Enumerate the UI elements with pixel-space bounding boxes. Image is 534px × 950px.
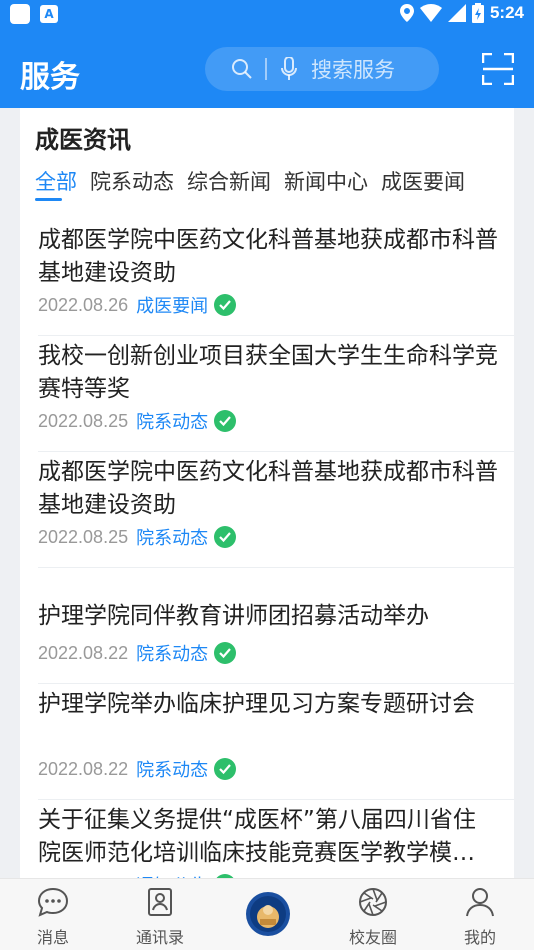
contacts-icon — [148, 888, 172, 916]
news-list: 成都医学院中医药文化科普基地获成都市科普基地建设资助 2022.08.26 成医… — [38, 220, 514, 890]
wifi-icon — [419, 4, 442, 22]
news-date: 2022.08.25 — [38, 410, 129, 431]
verified-icon — [214, 526, 237, 548]
news-title: 护理学院同伴教育讲师团招募活动举办 — [38, 603, 429, 629]
news-tabs: 全部 院系动态 综合新闻 新闻中心 成医要闻 — [35, 166, 514, 206]
news-category[interactable]: 院系动态 — [136, 408, 208, 434]
verified-icon — [214, 294, 237, 316]
nav-label: 消息 — [36, 928, 69, 947]
nav-profile[interactable]: 我的 — [440, 887, 520, 948]
user-icon — [466, 888, 494, 917]
clock: 5:24 — [489, 3, 524, 22]
news-item[interactable]: 护理学院举办临床护理见习方案专题研讨会 2022.08.22 院系动态 — [38, 684, 514, 800]
verified-icon — [214, 758, 237, 780]
chat-icon — [37, 887, 69, 917]
aperture-icon — [359, 888, 387, 916]
app-notification-icon — [10, 4, 30, 24]
news-item[interactable]: 成都医学院中医药文化科普基地获成都市科普基地建设资助 2022.08.26 成医… — [38, 220, 514, 336]
nav-label: 校友圈 — [348, 928, 397, 947]
search-divider — [265, 58, 267, 80]
tab-news-center[interactable]: 新闻中心 — [284, 166, 368, 196]
news-item[interactable]: 关于征集义务提供“成医杯”第八届四川省住院医师范化培训临床技能竞赛医学教学模… … — [38, 800, 514, 890]
news-title: 护理学院举办临床护理见习方案专题研讨会 — [38, 691, 475, 717]
bottom-nav: 消息 通讯录 校友圈 我的 — [0, 878, 534, 950]
tab-all[interactable]: 全部 — [35, 166, 77, 196]
news-date: 2022.08.22 — [38, 758, 129, 779]
microphone-icon[interactable] — [281, 57, 297, 81]
active-tab-indicator — [35, 198, 62, 201]
nav-contacts[interactable]: 通讯录 — [120, 887, 200, 948]
section-title: 成医资讯 — [35, 126, 131, 154]
tab-headlines[interactable]: 成医要闻 — [381, 166, 465, 196]
news-title: 关于征集义务提供“成医杯”第八届四川省住院医师范化培训临床技能竞赛医学教学模… — [38, 807, 476, 866]
school-logo-icon — [250, 896, 286, 932]
page-title: 服务 — [20, 60, 80, 95]
nav-alumni[interactable]: 校友圈 — [333, 887, 413, 948]
news-category[interactable]: 院系动态 — [136, 524, 208, 550]
news-item[interactable]: 成都医学院中医药文化科普基地获成都市科普基地建设资助 2022.08.25 院系… — [38, 452, 514, 568]
news-date: 2022.08.25 — [38, 526, 129, 547]
tab-general-news[interactable]: 综合新闻 — [187, 166, 271, 196]
status-bar: A 5:24 — [0, 0, 534, 28]
battery-icon — [471, 3, 484, 23]
news-date: 2022.08.26 — [38, 294, 129, 315]
app-header: 服务 搜索服务 — [0, 28, 534, 108]
news-title: 成都医学院中医药文化科普基地获成都市科普基地建设资助 — [38, 459, 498, 518]
news-category[interactable]: 院系动态 — [136, 640, 208, 666]
location-icon — [399, 4, 414, 22]
nav-label: 我的 — [463, 928, 496, 947]
verified-icon — [214, 410, 237, 432]
verified-icon — [214, 642, 237, 664]
news-title: 成都医学院中医药文化科普基地获成都市科普基地建设资助 — [38, 227, 498, 286]
search-icon — [232, 59, 252, 79]
search-placeholder: 搜索服务 — [311, 58, 395, 82]
news-category[interactable]: 院系动态 — [136, 756, 208, 782]
app-a-icon: A — [40, 5, 58, 23]
nav-home-logo[interactable] — [246, 892, 290, 936]
news-item[interactable]: 我校一创新创业项目获全国大学生生命科学竞赛特等奖 2022.08.25 院系动态 — [38, 336, 514, 452]
news-title: 我校一创新创业项目获全国大学生生命科学竞赛特等奖 — [38, 343, 498, 402]
news-item[interactable]: 护理学院同伴教育讲师团招募活动举办 2022.08.22 院系动态 — [38, 568, 514, 684]
tab-department-news[interactable]: 院系动态 — [90, 166, 174, 196]
signal-icon — [447, 4, 466, 22]
nav-label: 通讯录 — [135, 928, 184, 947]
news-category[interactable]: 成医要闻 — [136, 292, 208, 318]
nav-messages[interactable]: 消息 — [13, 887, 93, 948]
scan-icon[interactable] — [482, 53, 514, 85]
search-bar[interactable]: 搜索服务 — [205, 47, 439, 91]
news-date: 2022.08.22 — [38, 642, 129, 663]
